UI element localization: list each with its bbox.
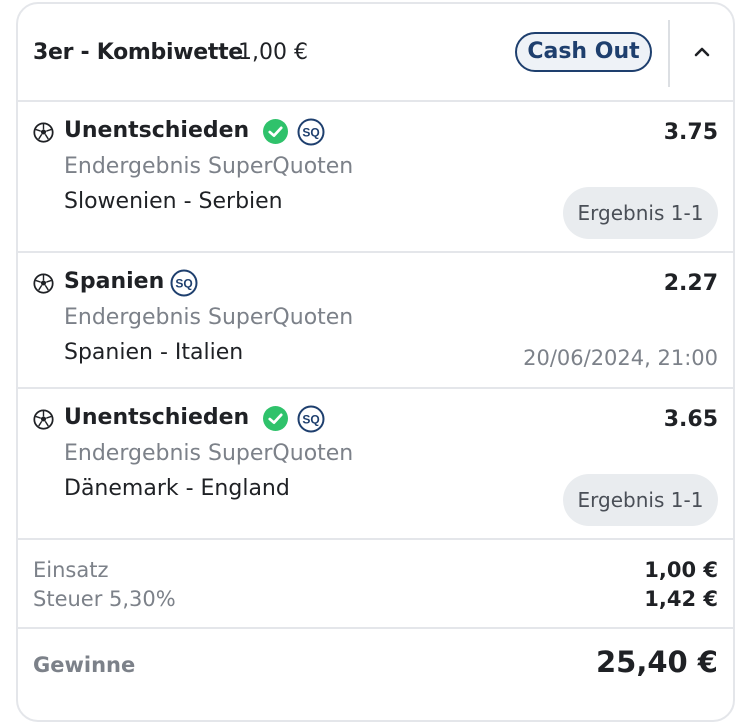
match-name: Slowenien - Serbien — [64, 189, 283, 214]
market-name: Endergebnis SuperQuoten — [64, 441, 354, 466]
bet-slip-card: 3er - Kombiwette 1,00 € Cash Out Unentsc… — [16, 2, 735, 722]
svg-text:SQ: SQ — [302, 413, 319, 427]
svg-text:SQ: SQ — [302, 126, 319, 140]
tax-label: Steuer 5,30% — [33, 587, 176, 611]
market-name: Endergebnis SuperQuoten — [64, 154, 354, 179]
match-name: Spanien - Italien — [64, 340, 244, 365]
selection-name: Spanien — [64, 269, 165, 294]
market-name: Endergebnis SuperQuoten — [64, 305, 354, 330]
leg-odds: 3.75 — [663, 120, 718, 145]
football-icon — [33, 273, 54, 294]
bet-stake: 1,00 € — [238, 40, 308, 65]
check-circle-icon — [263, 119, 288, 144]
stake-value: 1,00 € — [644, 558, 718, 582]
header-divider — [668, 20, 670, 87]
football-icon — [33, 122, 54, 143]
check-circle-icon — [263, 406, 288, 431]
bet-header: 3er - Kombiwette 1,00 € Cash Out — [18, 4, 733, 102]
winnings-row: Gewinne 25,40 € — [18, 629, 733, 709]
football-icon — [33, 409, 54, 430]
winnings-label: Gewinne — [33, 653, 136, 677]
sq-badge-icon: SQ — [297, 118, 325, 146]
result-pill[interactable]: Ergebnis 1-1 — [563, 187, 718, 239]
cash-out-button[interactable]: Cash Out — [515, 32, 652, 72]
chevron-up-icon[interactable] — [692, 42, 712, 62]
bet-leg: Unentschieden SQ 3.75 Endergebnis SuperQ… — [18, 102, 733, 253]
sq-badge-icon: SQ — [170, 269, 198, 297]
stake-label: Einsatz — [33, 558, 109, 582]
selection-name: Unentschieden — [64, 118, 250, 143]
svg-text:SQ: SQ — [175, 277, 192, 291]
bet-leg: Unentschieden SQ 3.65 Endergebnis SuperQ… — [18, 389, 733, 540]
sq-badge-icon: SQ — [297, 405, 325, 433]
bet-type-title: 3er - Kombiwette — [33, 40, 243, 65]
match-name: Dänemark - England — [64, 476, 290, 501]
result-pill[interactable]: Ergebnis 1-1 — [563, 474, 718, 526]
bet-leg: Spanien SQ 2.27 Endergebnis SuperQuoten … — [18, 253, 733, 389]
leg-odds: 2.27 — [663, 271, 718, 296]
kickoff-time: 20/06/2024, 21:00 — [523, 346, 718, 370]
selection-name: Unentschieden — [64, 405, 250, 430]
bet-totals: Einsatz 1,00 € Steuer 5,30% 1,42 € — [18, 540, 733, 629]
leg-odds: 3.65 — [663, 407, 718, 432]
tax-value: 1,42 € — [644, 587, 718, 611]
winnings-value: 25,40 € — [595, 645, 718, 679]
